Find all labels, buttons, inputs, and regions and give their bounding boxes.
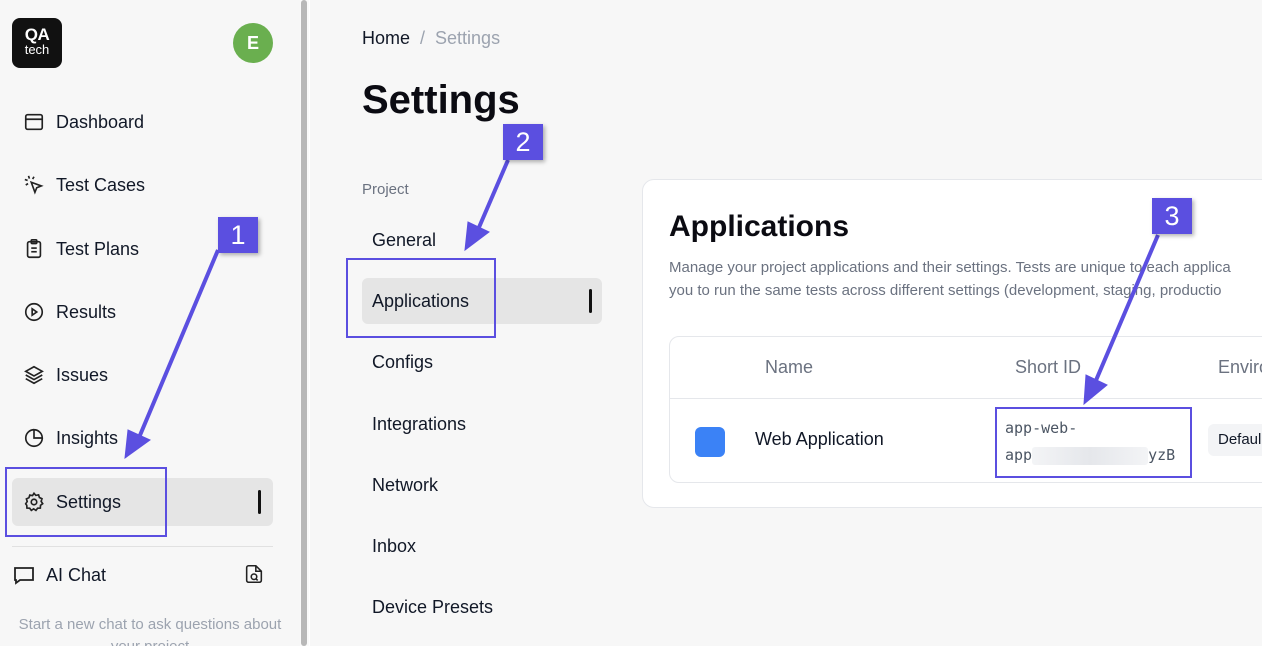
annotation-arrows (124, 159, 1160, 460)
annotation-number-1: 1 (218, 217, 258, 253)
annotation-number-3: 3 (1152, 198, 1192, 234)
annotation-number-2: 2 (503, 124, 543, 160)
